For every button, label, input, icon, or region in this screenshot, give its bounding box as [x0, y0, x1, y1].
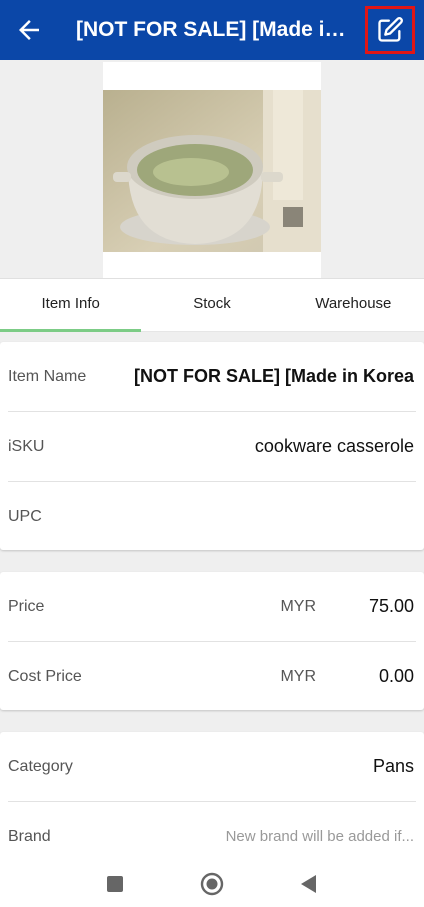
- system-nav-bar: [0, 860, 424, 907]
- price-label: Price: [8, 598, 45, 615]
- square-icon: [107, 876, 123, 892]
- price-currency: MYR: [280, 598, 316, 615]
- cost-price-currency: MYR: [280, 668, 316, 685]
- home-button[interactable]: [200, 872, 224, 896]
- tab-bar: Item Info Stock Warehouse: [0, 278, 424, 332]
- app-bar: [NOT FOR SALE] [Made in Korea] Ceramic C…: [0, 0, 424, 60]
- image-section: [0, 60, 424, 278]
- nav-back-button[interactable]: [297, 872, 321, 896]
- cost-price-value: 0.00: [378, 666, 414, 686]
- edit-button[interactable]: [365, 6, 415, 54]
- category-label: Category: [8, 758, 73, 775]
- tab-item-info[interactable]: Item Info: [0, 279, 142, 332]
- price-value: 75.00: [368, 596, 414, 616]
- circle-home-icon: [200, 872, 224, 896]
- edit-square-icon: [378, 17, 403, 42]
- item-info-card: Item Name [NOT FOR SALE] [Made in Korea]…: [0, 342, 424, 550]
- category-row[interactable]: Category Pans: [8, 732, 416, 802]
- product-image[interactable]: [103, 62, 321, 278]
- cost-price-label: Cost Price: [8, 668, 82, 685]
- recents-button[interactable]: [103, 872, 127, 896]
- price-row[interactable]: Price MYR 75.00: [8, 572, 416, 642]
- triangle-back-icon: [301, 875, 316, 893]
- item-name-value: [NOT FOR SALE] [Made in Korea]: [134, 366, 414, 386]
- upc-row[interactable]: UPC: [8, 482, 416, 551]
- upc-label: UPC: [8, 508, 42, 525]
- classification-card: Category Pans Brand New brand will be ad…: [0, 732, 424, 872]
- page-title: [NOT FOR SALE] [Made in Korea] Ceramic C…: [76, 18, 356, 41]
- cost-price-row[interactable]: Cost Price MYR 0.00: [8, 642, 416, 711]
- casserole-photo: [103, 90, 321, 278]
- sku-value: cookware casserole: [254, 436, 414, 456]
- item-name-label: Item Name: [8, 368, 87, 385]
- category-value: Pans: [372, 756, 414, 776]
- item-name-row[interactable]: Item Name [NOT FOR SALE] [Made in Korea]: [8, 342, 416, 412]
- back-button[interactable]: [14, 15, 44, 45]
- tab-warehouse[interactable]: Warehouse: [283, 279, 424, 331]
- sku-row[interactable]: iSKU cookware casserole: [8, 412, 416, 482]
- tab-stock[interactable]: Stock: [141, 279, 282, 331]
- pricing-card: Price MYR 75.00 Cost Price MYR 0.00: [0, 572, 424, 710]
- sku-label: iSKU: [8, 438, 45, 455]
- arrow-left-icon: [19, 20, 39, 40]
